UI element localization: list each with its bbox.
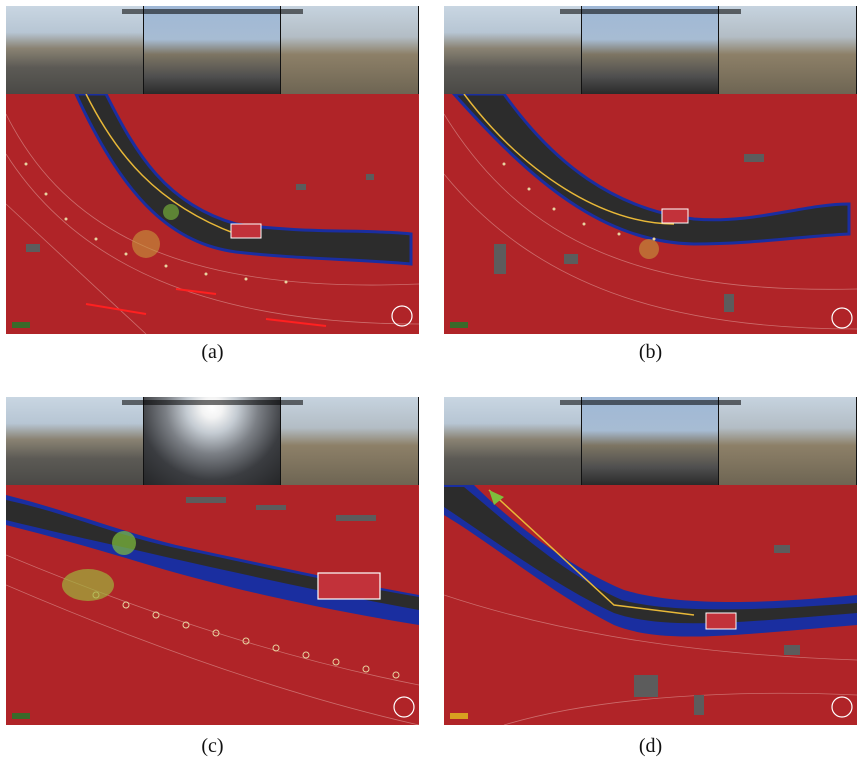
goal-marker bbox=[132, 230, 160, 258]
camera-right-view bbox=[281, 6, 419, 94]
panel-b bbox=[444, 6, 857, 334]
panel-d bbox=[444, 397, 857, 725]
ego-vehicle bbox=[317, 572, 381, 600]
panel-caption-c: (c) bbox=[201, 735, 224, 757]
camera-strip bbox=[444, 6, 857, 94]
costmap-view bbox=[444, 485, 857, 725]
panel-c bbox=[6, 397, 419, 725]
panel-caption-a: (a) bbox=[201, 341, 224, 363]
hud-status-bar bbox=[121, 400, 304, 405]
costmap-view bbox=[6, 94, 419, 334]
costmap-view bbox=[6, 485, 419, 725]
camera-center-view bbox=[143, 6, 282, 94]
camera-strip bbox=[6, 6, 419, 94]
camera-left-view bbox=[6, 397, 144, 485]
camera-right-view bbox=[719, 6, 857, 94]
goal-marker bbox=[62, 569, 114, 601]
detection-marker bbox=[163, 204, 179, 220]
status-indicator-icon bbox=[450, 713, 468, 719]
status-indicator-icon bbox=[12, 713, 30, 719]
camera-center-view bbox=[581, 397, 720, 485]
camera-center-view bbox=[143, 397, 282, 485]
camera-left-view bbox=[444, 6, 582, 94]
status-indicator-icon bbox=[12, 322, 30, 328]
camera-right-view bbox=[719, 397, 857, 485]
camera-left-view bbox=[444, 397, 582, 485]
camera-center-view bbox=[581, 6, 720, 94]
detection-marker bbox=[112, 531, 136, 555]
panel-caption-d: (d) bbox=[638, 735, 663, 757]
panel-caption-b: (b) bbox=[638, 341, 663, 363]
goal-marker bbox=[639, 239, 659, 259]
status-indicator-icon bbox=[450, 322, 468, 328]
panel-a bbox=[6, 6, 419, 334]
ego-vehicle bbox=[230, 223, 262, 239]
hud-status-bar bbox=[559, 9, 742, 14]
camera-strip bbox=[6, 397, 419, 485]
camera-strip bbox=[444, 397, 857, 485]
hud-status-bar bbox=[121, 9, 304, 14]
ego-vehicle bbox=[705, 612, 737, 630]
costmap-view bbox=[444, 94, 857, 334]
camera-right-view bbox=[281, 397, 419, 485]
ego-vehicle bbox=[661, 208, 689, 224]
camera-left-view bbox=[6, 6, 144, 94]
hud-status-bar bbox=[559, 400, 742, 405]
